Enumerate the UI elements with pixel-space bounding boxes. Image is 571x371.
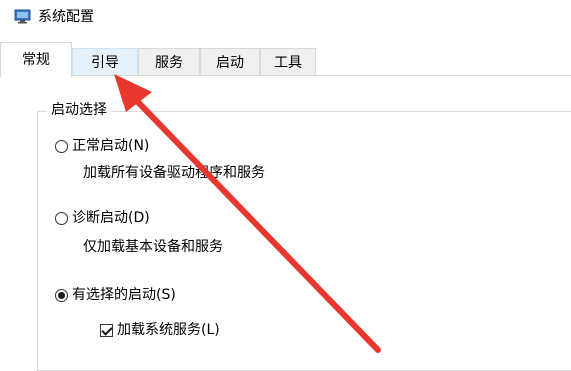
load-system-services-checkbox[interactable] — [100, 323, 113, 337]
tab-services[interactable]: 服务 — [138, 48, 200, 76]
load-system-services-label: 加载系统服务(L) — [117, 322, 220, 338]
tab-boot[interactable]: 引导 — [72, 48, 138, 76]
tab-divider — [72, 75, 571, 76]
normal-startup-description: 加载所有设备驱动程序和服务 — [83, 165, 265, 181]
selective-startup-label: 有选择的启动(S) — [72, 287, 176, 303]
diagnostic-startup-label: 诊断启动(D) — [72, 210, 150, 226]
diagnostic-startup-description: 仅加载基本设备和服务 — [83, 239, 223, 255]
tab-tools[interactable]: 工具 — [260, 48, 316, 76]
normal-startup-radio[interactable] — [55, 139, 68, 153]
selective-startup-option[interactable]: 有选择的启动(S) — [55, 286, 176, 304]
diagnostic-startup-radio[interactable] — [55, 211, 68, 225]
startup-selection-label: 启动选择 — [47, 101, 111, 119]
window-title: 系统配置 — [38, 9, 94, 25]
arrow-head — [114, 74, 152, 112]
tab-startup[interactable]: 启动 — [200, 48, 260, 76]
title-bar: 系统配置 — [0, 0, 571, 34]
diagnostic-startup-option[interactable]: 诊断启动(D) — [55, 209, 150, 227]
system-config-icon — [14, 9, 31, 24]
load-system-services-option[interactable]: 加载系统服务(L) — [100, 321, 220, 339]
tab-strip: 常规 引导 服务 启动 工具 — [0, 42, 571, 77]
normal-startup-option[interactable]: 正常启动(N) — [55, 137, 149, 155]
tab-general[interactable]: 常规 — [0, 42, 72, 77]
normal-startup-label: 正常启动(N) — [72, 138, 150, 154]
selective-startup-radio[interactable] — [55, 288, 68, 302]
